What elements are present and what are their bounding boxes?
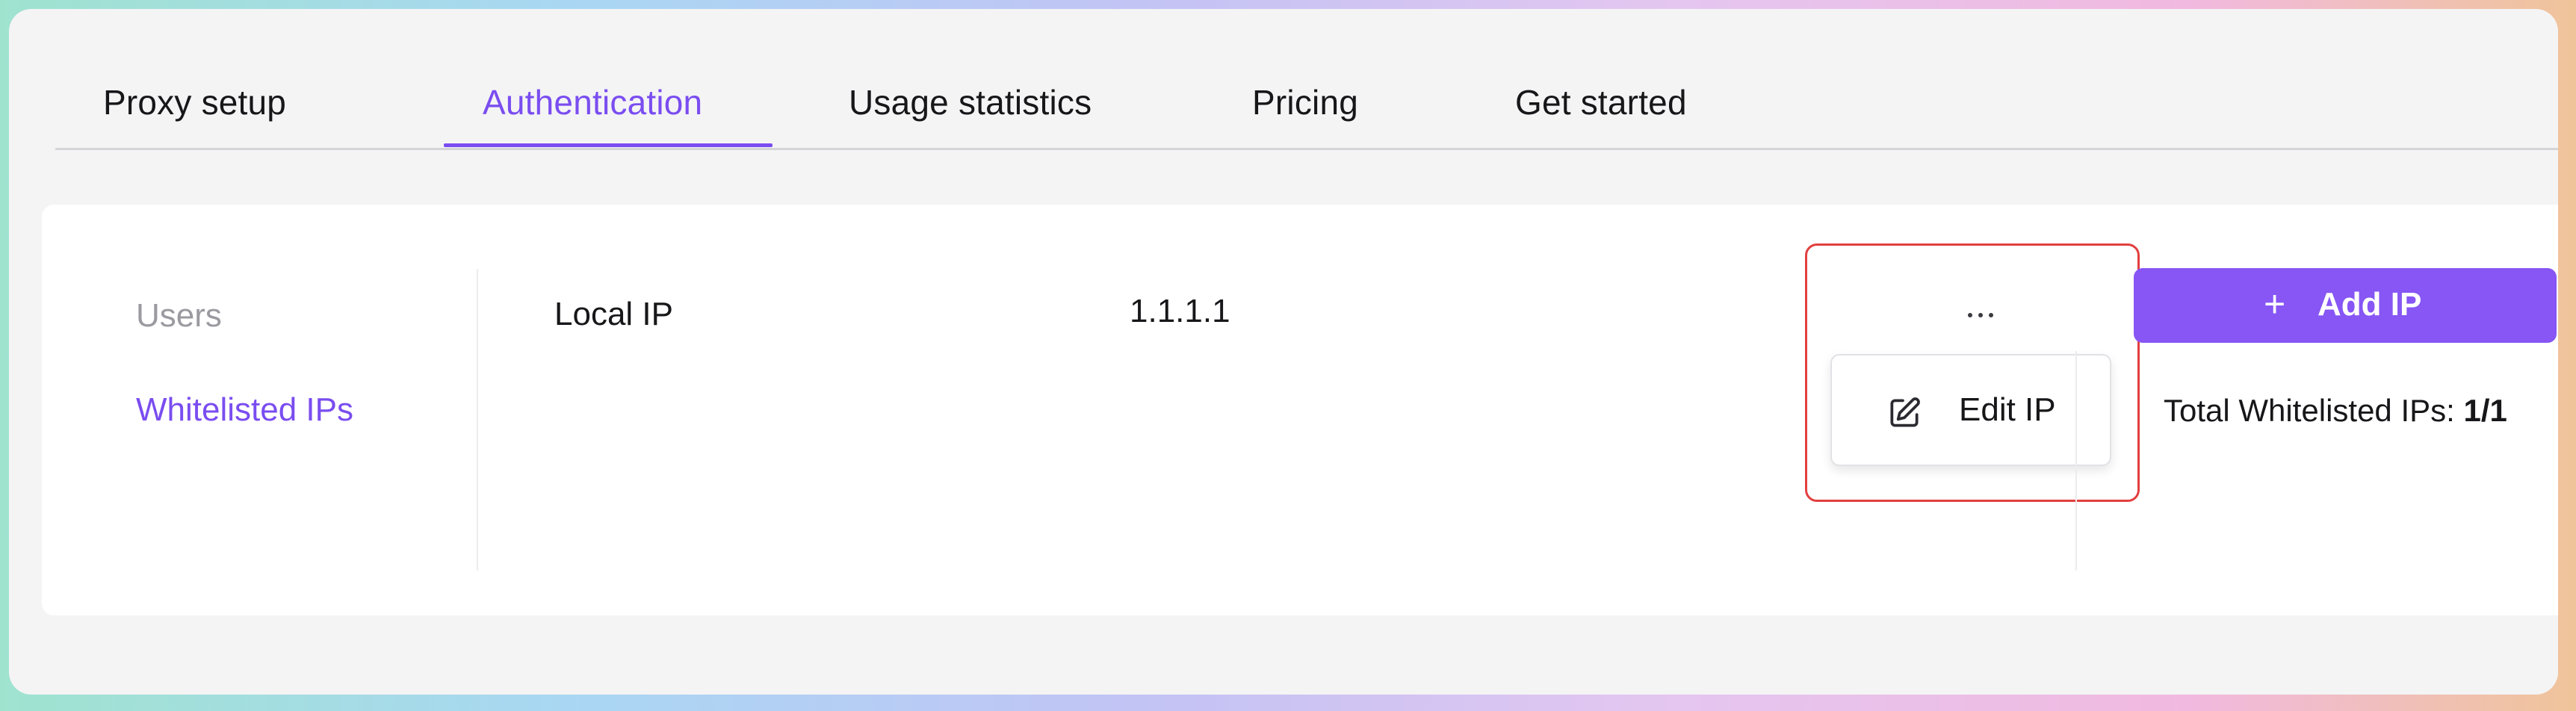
add-ip-button[interactable]: + Add IP	[2134, 268, 2557, 343]
tab-usage-statistics[interactable]: Usage statistics	[849, 82, 1092, 122]
sidebar-divider	[477, 269, 478, 571]
total-value: 1/1	[2463, 393, 2507, 428]
active-tab-indicator	[444, 143, 773, 147]
tab-bar: Proxy setup Authentication Usage statist…	[55, 9, 2558, 150]
tab-get-started[interactable]: Get started	[1515, 82, 1687, 122]
whitelist-card: Users Whitelisted IPs Local IP 1.1.1.1 E…	[42, 205, 2558, 615]
app-window: Proxy setup Authentication Usage statist…	[9, 9, 2558, 695]
edit-pencil-icon	[1890, 397, 1920, 427]
ip-address-cell: 1.1.1.1	[1130, 293, 1230, 329]
total-label: Total Whitelisted IPs:	[2164, 393, 2464, 428]
add-ip-label: Add IP	[2318, 286, 2422, 323]
tab-proxy-setup[interactable]: Proxy setup	[103, 82, 286, 122]
sidebar-item-users[interactable]: Users	[136, 297, 222, 335]
edit-ip-menu-item[interactable]: Edit IP	[1830, 354, 2111, 466]
tab-authentication[interactable]: Authentication	[483, 82, 702, 122]
plus-icon: +	[2264, 283, 2286, 325]
total-whitelisted-ips: Total Whitelisted IPs: 1/1	[2164, 393, 2507, 429]
ellipsis-icon[interactable]	[1965, 300, 2002, 330]
actions-divider	[2075, 351, 2077, 571]
tab-pricing[interactable]: Pricing	[1252, 82, 1358, 122]
ip-name-cell: Local IP	[554, 296, 673, 332]
sidebar-item-whitelisted-ips[interactable]: Whitelisted IPs	[136, 391, 353, 429]
edit-ip-label: Edit IP	[1959, 391, 2056, 428]
